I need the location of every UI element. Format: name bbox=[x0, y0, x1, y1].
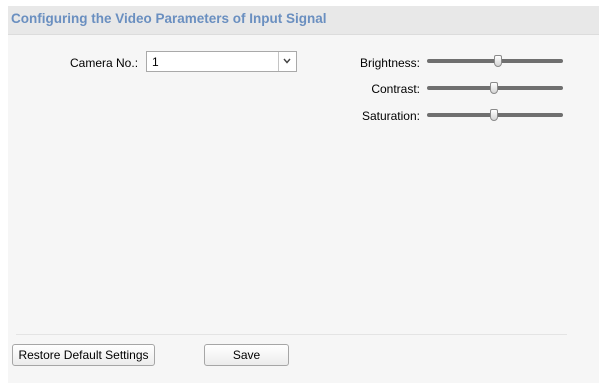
panel-header: Configuring the Video Parameters of Inpu… bbox=[8, 6, 599, 35]
brightness-label: Brightness: bbox=[359, 56, 420, 70]
video-parameters-panel: Configuring the Video Parameters of Inpu… bbox=[8, 6, 599, 383]
contrast-slider-thumb[interactable] bbox=[489, 82, 498, 94]
brightness-slider[interactable] bbox=[427, 55, 563, 67]
saturation-slider[interactable] bbox=[427, 109, 563, 121]
divider bbox=[16, 334, 567, 335]
page-title: Configuring the Video Parameters of Inpu… bbox=[11, 11, 327, 26]
contrast-slider[interactable] bbox=[427, 82, 563, 94]
save-button[interactable]: Save bbox=[204, 344, 289, 366]
contrast-label: Contrast: bbox=[371, 82, 420, 96]
saturation-label: Saturation: bbox=[361, 109, 420, 123]
camera-no-label: Camera No.: bbox=[70, 56, 139, 70]
dropdown-button[interactable] bbox=[278, 52, 296, 71]
restore-default-settings-button[interactable]: Restore Default Settings bbox=[12, 344, 155, 366]
camera-no-select[interactable]: 1 bbox=[146, 51, 297, 72]
camera-no-value: 1 bbox=[152, 55, 159, 69]
brightness-slider-thumb[interactable] bbox=[493, 55, 502, 67]
chevron-down-icon bbox=[283, 58, 291, 64]
saturation-slider-thumb[interactable] bbox=[489, 109, 498, 121]
